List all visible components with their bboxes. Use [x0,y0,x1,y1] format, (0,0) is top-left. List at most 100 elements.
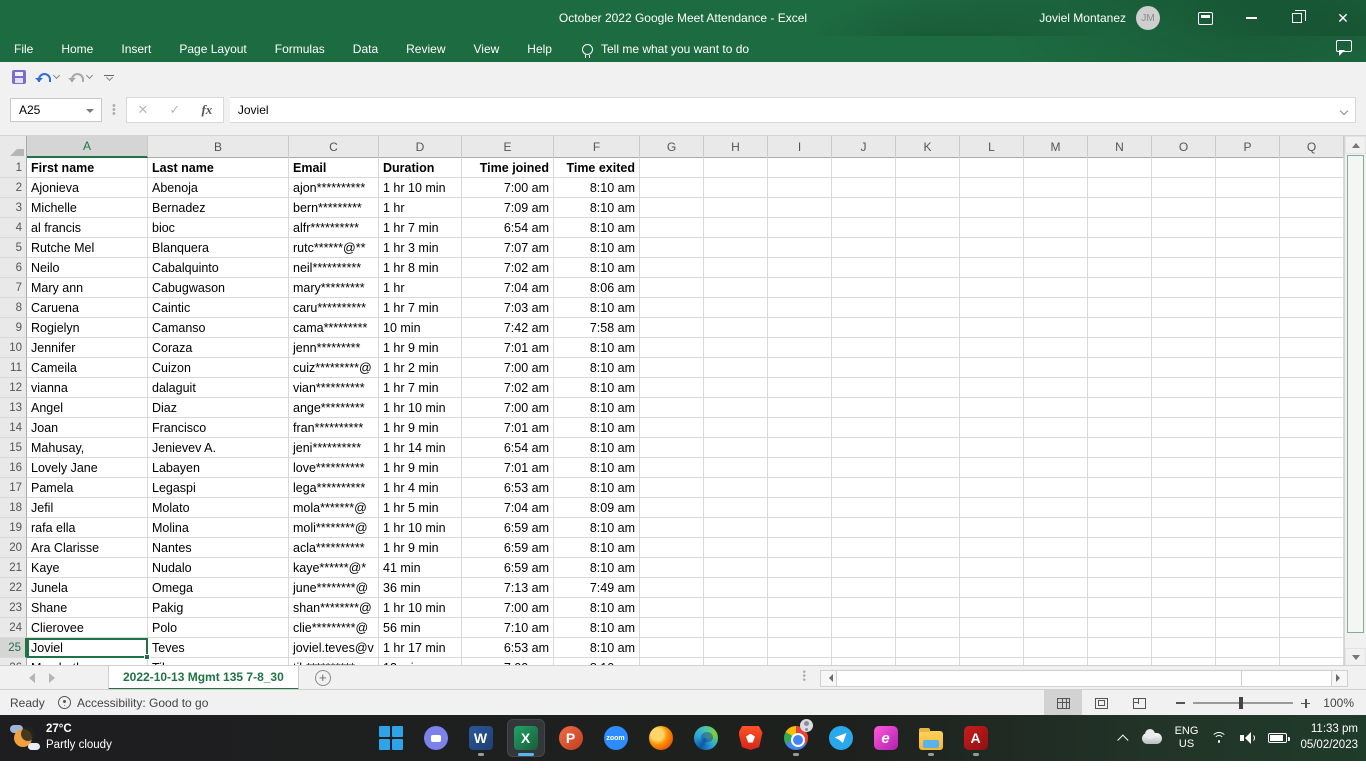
cell-D3[interactable]: 1 hr [379,198,462,218]
avatar[interactable]: JM [1136,6,1160,30]
cell-G19[interactable] [640,518,704,538]
cell-L14[interactable] [960,418,1024,438]
cell-L20[interactable] [960,538,1024,558]
cell-Q6[interactable] [1280,258,1344,278]
column-header-D[interactable]: D [379,136,462,158]
cell-L6[interactable] [960,258,1024,278]
cell-Q7[interactable] [1280,278,1344,298]
cell-I22[interactable] [768,578,832,598]
excel-button[interactable]: X [507,719,545,757]
cell-Q21[interactable] [1280,558,1344,578]
cell-P2[interactable] [1216,178,1280,198]
cell-K15[interactable] [896,438,960,458]
cell-A11[interactable]: Cameila [27,358,148,378]
cell-P20[interactable] [1216,538,1280,558]
cell-G20[interactable] [640,538,704,558]
cell-O20[interactable] [1152,538,1216,558]
cell-Q13[interactable] [1280,398,1344,418]
row-header-7[interactable]: 7 [0,278,27,298]
cell-J9[interactable] [832,318,896,338]
cell-G17[interactable] [640,478,704,498]
cell-J23[interactable] [832,598,896,618]
powerpoint-button[interactable]: P [552,719,590,757]
cell-P17[interactable] [1216,478,1280,498]
cell-L2[interactable] [960,178,1024,198]
cell-P11[interactable] [1216,358,1280,378]
cell-E7[interactable]: 7:04 am [462,278,554,298]
comments-icon[interactable] [1336,40,1352,52]
cell-P25[interactable] [1216,638,1280,658]
cell-B9[interactable]: Camanso [148,318,289,338]
cell-Q9[interactable] [1280,318,1344,338]
cell-N21[interactable] [1088,558,1152,578]
cell-B5[interactable]: Blanquera [148,238,289,258]
cell-Q23[interactable] [1280,598,1344,618]
cell-J16[interactable] [832,458,896,478]
cell-M24[interactable] [1024,618,1088,638]
row-header-10[interactable]: 10 [0,338,27,358]
cell-E1[interactable]: Time joined [462,158,554,178]
cell-G14[interactable] [640,418,704,438]
cell-C11[interactable]: cuiz*********@ [289,358,379,378]
cell-I13[interactable] [768,398,832,418]
cell-O5[interactable] [1152,238,1216,258]
cell-D15[interactable]: 1 hr 14 min [379,438,462,458]
ribbon-tab-page-layout[interactable]: Page Layout [165,36,260,62]
cell-K4[interactable] [896,218,960,238]
minimize-button[interactable] [1228,0,1274,36]
zoom-slider-handle[interactable] [1239,697,1243,709]
cell-N1[interactable] [1088,158,1152,178]
cell-P8[interactable] [1216,298,1280,318]
cell-G25[interactable] [640,638,704,658]
cell-I19[interactable] [768,518,832,538]
cell-E4[interactable]: 6:54 am [462,218,554,238]
row-header-24[interactable]: 24 [0,618,27,638]
cell-L16[interactable] [960,458,1024,478]
cell-I23[interactable] [768,598,832,618]
row-header-12[interactable]: 12 [0,378,27,398]
cell-K14[interactable] [896,418,960,438]
cell-G23[interactable] [640,598,704,618]
cell-N13[interactable] [1088,398,1152,418]
cell-A21[interactable]: Kaye [27,558,148,578]
cell-O26[interactable] [1152,658,1216,665]
cell-K19[interactable] [896,518,960,538]
cell-M3[interactable] [1024,198,1088,218]
cell-F11[interactable]: 8:10 am [554,358,640,378]
column-header-K[interactable]: K [896,136,960,158]
cell-F25[interactable]: 8:10 am [554,638,640,658]
row-header-15[interactable]: 15 [0,438,27,458]
cell-N5[interactable] [1088,238,1152,258]
cell-N22[interactable] [1088,578,1152,598]
active-sheet-tab[interactable]: 2022-10-13 Mgmt 135 7-8_30 [108,666,299,690]
cell-L23[interactable] [960,598,1024,618]
cell-G5[interactable] [640,238,704,258]
cell-C22[interactable]: june********@ [289,578,379,598]
cell-H21[interactable] [704,558,768,578]
cell-P7[interactable] [1216,278,1280,298]
cell-C26[interactable]: tib********** [289,658,379,665]
cell-H2[interactable] [704,178,768,198]
cell-H3[interactable] [704,198,768,218]
cell-P4[interactable] [1216,218,1280,238]
ribbon-tab-file[interactable]: File [0,36,47,62]
cell-B2[interactable]: Abenoja [148,178,289,198]
cell-I5[interactable] [768,238,832,258]
cell-L19[interactable] [960,518,1024,538]
row-header-14[interactable]: 14 [0,418,27,438]
cell-D26[interactable]: 13 min [379,658,462,665]
cell-E21[interactable]: 6:59 am [462,558,554,578]
cell-G7[interactable] [640,278,704,298]
cell-A15[interactable]: Mahusay, [27,438,148,458]
cell-O3[interactable] [1152,198,1216,218]
cell-D18[interactable]: 1 hr 5 min [379,498,462,518]
cell-P19[interactable] [1216,518,1280,538]
cell-M7[interactable] [1024,278,1088,298]
cell-F21[interactable]: 8:10 am [554,558,640,578]
cell-O6[interactable] [1152,258,1216,278]
cell-G24[interactable] [640,618,704,638]
cell-F26[interactable]: 8:10 am [554,658,640,665]
select-all-corner[interactable] [0,136,27,158]
cell-M25[interactable] [1024,638,1088,658]
e-app-button[interactable]: e [867,719,905,757]
